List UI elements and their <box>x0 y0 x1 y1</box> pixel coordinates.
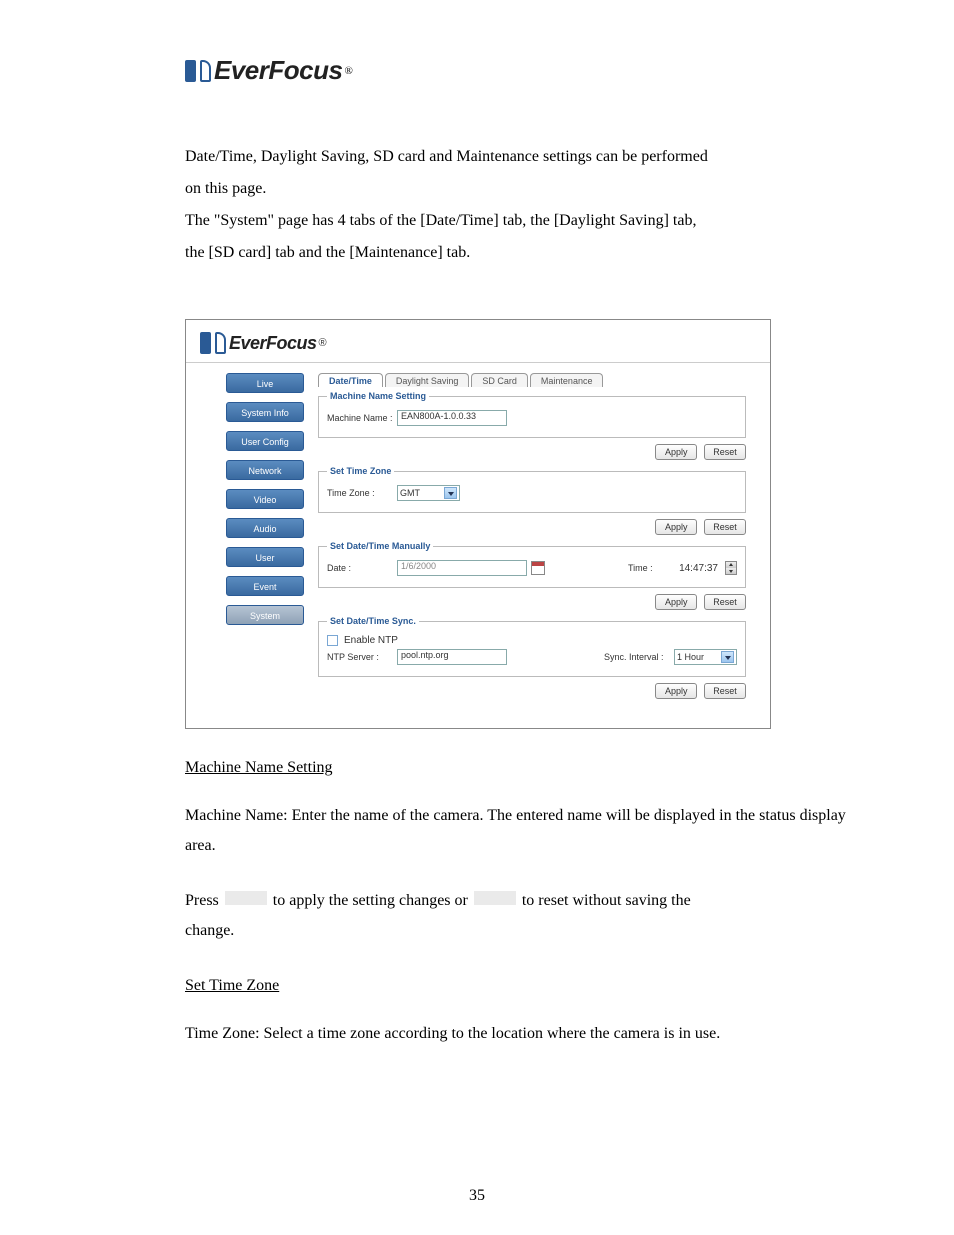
intro-line: on this page. <box>185 173 859 205</box>
section-heading-timezone: Set Time Zone <box>185 977 859 995</box>
apply-button[interactable]: Apply <box>655 519 697 535</box>
apply-button[interactable]: Apply <box>655 444 697 460</box>
text-fragment: to apply the setting changes or <box>273 892 468 909</box>
sync-interval-label: Sync. Interval : <box>604 652 674 662</box>
sync-legend: Set Date/Time Sync. <box>327 616 419 626</box>
tab-maintenance[interactable]: Maintenance <box>530 373 604 387</box>
machine-name-label: Machine Name : <box>327 413 397 423</box>
sidebar-item-video[interactable]: Video <box>226 489 304 509</box>
chevron-down-icon <box>721 651 734 663</box>
sidebar-nav: Live System Info User Config Network Vid… <box>226 373 304 705</box>
manual-datetime-fieldset: Set Date/Time Manually Date : 1/6/2000 T… <box>318 541 746 588</box>
registered-mark: ® <box>344 65 352 77</box>
date-label: Date : <box>327 563 397 573</box>
sidebar-item-audio[interactable]: Audio <box>226 518 304 538</box>
machine-name-paragraph: Machine Name: Enter the name of the came… <box>185 801 859 862</box>
apply-button-placeholder <box>225 891 267 905</box>
timezone-fieldset: Set Time Zone Time Zone : GMT <box>318 466 746 513</box>
sidebar-item-event[interactable]: Event <box>226 576 304 596</box>
press-apply-reset-paragraph: Press to apply the setting changes or to… <box>185 886 859 947</box>
tab-sd-card[interactable]: SD Card <box>471 373 528 387</box>
intro-text: Date/Time, Daylight Saving, SD card and … <box>185 141 859 269</box>
timezone-select[interactable]: GMT <box>397 485 460 501</box>
registered-mark: ® <box>319 337 327 349</box>
timezone-label: Time Zone : <box>327 488 397 498</box>
text-fragment: change. <box>185 922 234 939</box>
time-value[interactable]: 14:47:37 <box>668 563 718 574</box>
intro-line: Date/Time, Daylight Saving, SD card and … <box>185 141 859 173</box>
calendar-icon[interactable] <box>531 561 545 575</box>
manual-legend: Set Date/Time Manually <box>327 541 433 551</box>
reset-button-placeholder <box>474 891 516 905</box>
app-logo-bar: EverFocus ® <box>186 320 770 363</box>
chevron-down-icon <box>444 487 457 499</box>
timezone-paragraph: Time Zone: Select a time zone according … <box>185 1019 859 1049</box>
sidebar-item-system-info[interactable]: System Info <box>226 402 304 422</box>
enable-ntp-checkbox[interactable] <box>327 635 338 646</box>
apply-button[interactable]: Apply <box>655 594 697 610</box>
timezone-value: GMT <box>400 488 440 498</box>
machine-name-fieldset: Machine Name Setting Machine Name : EAN8… <box>318 391 746 438</box>
apply-button[interactable]: Apply <box>655 683 697 699</box>
brand-name: EverFocus <box>229 333 317 354</box>
tab-bar: Date/Time Daylight Saving SD Card Mainte… <box>318 373 756 387</box>
machine-name-input[interactable]: EAN800A-1.0.0.33 <box>397 410 507 426</box>
date-input[interactable]: 1/6/2000 <box>397 560 527 576</box>
sidebar-item-user[interactable]: User <box>226 547 304 567</box>
intro-line: The "System" page has 4 tabs of the [Dat… <box>185 205 859 237</box>
ntp-server-input[interactable]: pool.ntp.org <box>397 649 507 665</box>
timezone-legend: Set Time Zone <box>327 466 394 476</box>
chevron-down-icon <box>726 568 736 574</box>
text-fragment: Press <box>185 892 219 909</box>
page-number: 35 <box>0 1187 954 1205</box>
time-spinner[interactable] <box>725 561 737 575</box>
sidebar-item-network[interactable]: Network <box>226 460 304 480</box>
reset-button[interactable]: Reset <box>704 683 746 699</box>
page-header-logo: EverFocus ® <box>185 55 859 86</box>
reset-button[interactable]: Reset <box>704 444 746 460</box>
sidebar-item-user-config[interactable]: User Config <box>226 431 304 451</box>
enable-ntp-label: Enable NTP <box>344 635 398 646</box>
sync-fieldset: Set Date/Time Sync. Enable NTP NTP Serve… <box>318 616 746 677</box>
sidebar-item-live[interactable]: Live <box>226 373 304 393</box>
time-label: Time : <box>628 563 668 573</box>
machine-name-legend: Machine Name Setting <box>327 391 429 401</box>
tab-datetime[interactable]: Date/Time <box>318 373 383 387</box>
section-heading-machine-name: Machine Name Setting <box>185 759 859 777</box>
sync-interval-value: 1 Hour <box>677 652 717 662</box>
reset-button[interactable]: Reset <box>704 519 746 535</box>
everfocus-logo-icon <box>185 58 211 84</box>
everfocus-logo-icon <box>200 330 226 356</box>
reset-button[interactable]: Reset <box>704 594 746 610</box>
tab-daylight-saving[interactable]: Daylight Saving <box>385 373 470 387</box>
system-page-screenshot: EverFocus ® Live System Info User Config… <box>185 319 771 729</box>
brand-name: EverFocus <box>214 55 342 86</box>
ntp-server-label: NTP Server : <box>327 652 397 662</box>
intro-line: the [SD card] tab and the [Maintenance] … <box>185 237 859 269</box>
sidebar-item-system[interactable]: System <box>226 605 304 625</box>
sync-interval-select[interactable]: 1 Hour <box>674 649 737 665</box>
text-fragment: to reset without saving the <box>522 892 691 909</box>
